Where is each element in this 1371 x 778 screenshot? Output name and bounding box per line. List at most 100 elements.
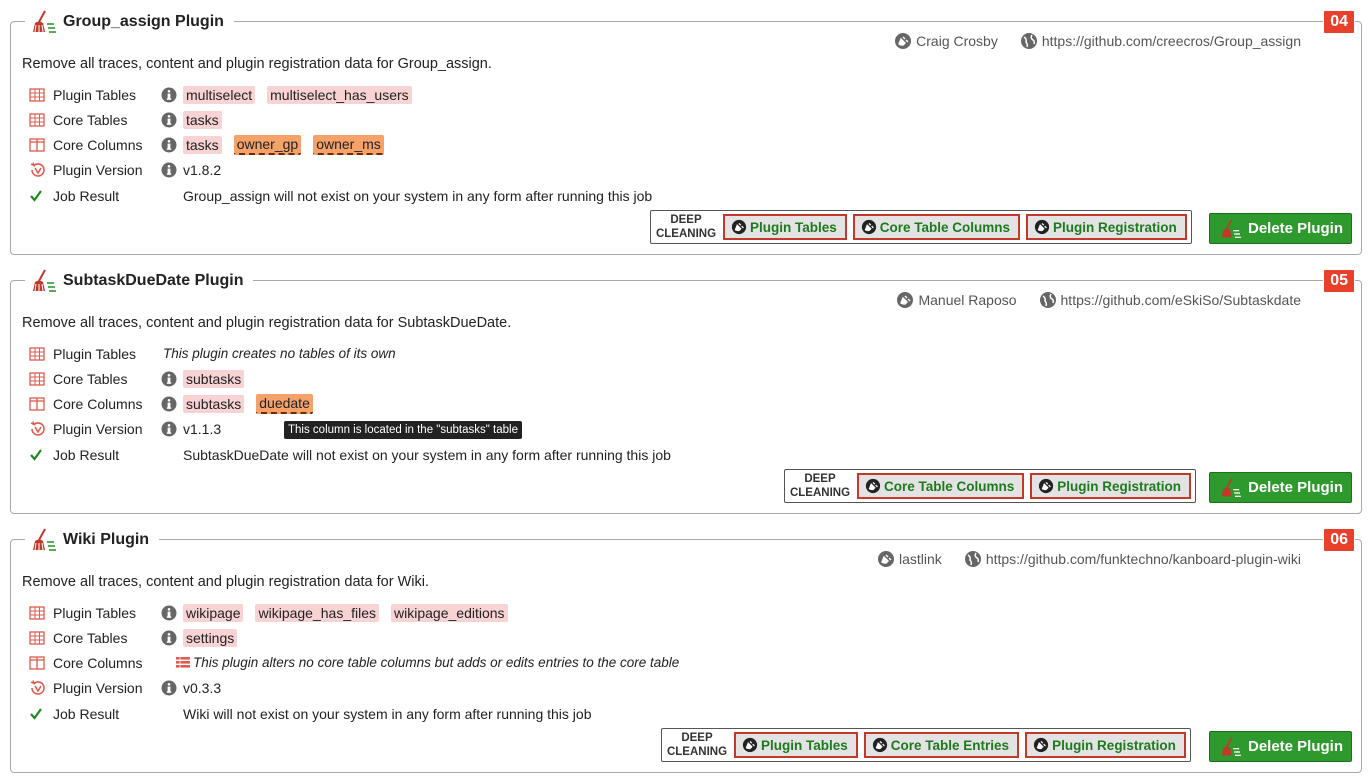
info-icon[interactable] (161, 605, 177, 621)
deep-clean-registration-button[interactable]: Plugin Registration (1030, 473, 1192, 499)
plug-icon (865, 478, 881, 494)
row-label: Core Tables (53, 111, 128, 128)
plugin-card-wiki: Wiki Plugin 06 lastlink https://github.c… (10, 528, 1362, 773)
history-icon (29, 161, 47, 179)
columns-icon (29, 138, 45, 152)
plugin-url[interactable]: https://github.com/creecros/Group_assign (1020, 32, 1301, 50)
globe-icon (964, 550, 982, 568)
url-link[interactable]: https://github.com/creecros/Group_assign (1042, 33, 1301, 49)
plug-icon (742, 737, 758, 753)
table-icon (29, 372, 45, 386)
row-label: Job Result (53, 705, 120, 722)
url-link[interactable]: https://github.com/eSkiSo/Subtaskdate (1061, 292, 1301, 308)
deep-clean-core-entries-button[interactable]: Core Table Entries (863, 732, 1020, 758)
row-plugin-version: Plugin Version v1.8.2 (29, 157, 652, 182)
table-icon (29, 347, 45, 361)
plugin-details: Plugin Tables multiselect multiselect_ha… (29, 82, 652, 209)
plugin-version: v1.1.3 (183, 420, 222, 437)
broom-icon (1218, 478, 1242, 498)
deep-clean-plugin-tables-button[interactable]: Plugin Tables (734, 732, 858, 758)
card-number-badge: 04 (1323, 10, 1355, 34)
delete-plugin-button[interactable]: Delete Plugin (1209, 731, 1352, 762)
deep-cleaning-group: DEEP CLEANING Plugin Tables Core Table En… (661, 728, 1191, 762)
plugin-table-tag: multiselect_has_users (267, 85, 412, 104)
core-column-tag[interactable]: duedate (256, 393, 313, 414)
plugin-meta: Craig Crosby https://github.com/creecros… (872, 32, 1301, 50)
info-icon[interactable] (161, 680, 177, 696)
check-icon (29, 189, 43, 203)
plugin-table-tag: wikipage (183, 603, 244, 622)
plug-icon (1033, 737, 1049, 753)
row-label: Core Columns (53, 395, 143, 412)
table-icon (29, 606, 45, 620)
broom-icon (29, 528, 57, 552)
info-icon[interactable] (161, 162, 177, 178)
row-core-columns: Core Columns subtasks duedate (29, 391, 671, 416)
core-column-tag[interactable]: owner_gp (233, 134, 302, 155)
plug-icon (731, 219, 747, 235)
columns-icon (29, 656, 45, 670)
info-icon[interactable] (161, 371, 177, 387)
globe-icon (1020, 32, 1038, 50)
card-number-badge: 05 (1323, 269, 1355, 293)
plugin-url[interactable]: https://github.com/eSkiSo/Subtaskdate (1039, 291, 1301, 309)
plugin-version: v0.3.3 (183, 679, 222, 696)
columns-icon (29, 397, 45, 411)
row-label: Core Tables (53, 370, 128, 387)
delete-plugin-button[interactable]: Delete Plugin (1209, 213, 1352, 244)
plugin-card-subtaskduedate: SubtaskDueDate Plugin 05 Manuel Raposo h… (10, 269, 1362, 514)
info-icon[interactable] (161, 396, 177, 412)
row-label: Job Result (53, 446, 120, 463)
deep-clean-registration-button[interactable]: Plugin Registration (1026, 214, 1187, 240)
job-result-text: Group_assign will not exist on your syst… (183, 187, 653, 204)
deep-clean-core-columns-button[interactable]: Core Table Columns (857, 473, 1025, 499)
plugin-details: Plugin Tables wikipage wikipage_has_file… (29, 600, 679, 727)
core-columns-note: This plugin alters no core table columns… (193, 655, 680, 670)
row-job-result: Job Result Group_assign will not exist o… (29, 182, 652, 209)
broom-icon (1218, 219, 1242, 239)
plug-icon (894, 32, 912, 50)
column-tooltip: This column is located in the "subtasks"… (284, 421, 522, 439)
broom-icon (1218, 737, 1242, 757)
plugin-url[interactable]: https://github.com/funktechno/kanboard-p… (964, 550, 1301, 568)
deep-clean-core-columns-button[interactable]: Core Table Columns (852, 214, 1021, 240)
info-icon[interactable] (161, 87, 177, 103)
info-icon[interactable] (161, 112, 177, 128)
card-title: Group_assign Plugin (63, 13, 224, 30)
card-title: SubtaskDueDate Plugin (63, 272, 244, 289)
deep-clean-registration-button[interactable]: Plugin Registration (1025, 732, 1186, 758)
deep-clean-plugin-tables-button[interactable]: Plugin Tables (723, 214, 847, 240)
table-icon (29, 113, 45, 127)
deep-cleaning-label: DEEP CLEANING (789, 473, 851, 499)
row-plugin-tables: Plugin Tables This plugin creates no tab… (29, 341, 671, 366)
job-result-text: Wiki will not exist on your system in an… (183, 705, 592, 722)
list-icon (175, 656, 191, 670)
row-plugin-version: Plugin Version v0.3.3 (29, 675, 679, 700)
row-core-tables: Core Tables settings (29, 625, 679, 650)
plugin-tables-note: This plugin creates no tables of its own (163, 346, 396, 361)
info-icon[interactable] (161, 630, 177, 646)
card-header: Wiki Plugin (25, 528, 160, 552)
row-job-result: Job Result Wiki will not exist on your s… (29, 700, 679, 727)
card-description: Remove all traces, content and plugin re… (22, 56, 492, 72)
plugin-author: lastlink (877, 550, 942, 568)
globe-icon (1039, 291, 1057, 309)
delete-plugin-button[interactable]: Delete Plugin (1209, 472, 1352, 503)
info-icon[interactable] (161, 421, 177, 437)
deep-cleaning-label: DEEP CLEANING (655, 214, 717, 240)
row-label: Job Result (53, 187, 120, 204)
deep-cleaning-label: DEEP CLEANING (666, 732, 728, 758)
check-icon (29, 448, 43, 462)
core-column-tag[interactable]: owner_ms (313, 134, 384, 155)
row-core-tables: Core Tables tasks (29, 107, 652, 132)
row-label: Plugin Version (53, 161, 143, 178)
row-label: Plugin Tables (53, 604, 137, 621)
info-icon[interactable] (161, 137, 177, 153)
url-link[interactable]: https://github.com/funktechno/kanboard-p… (986, 551, 1301, 567)
plugin-author: Manuel Raposo (896, 291, 1017, 309)
row-job-result: Job Result SubtaskDueDate will not exist… (29, 441, 671, 468)
plugin-version: v1.8.2 (183, 161, 222, 178)
row-label: Plugin Tables (53, 86, 137, 103)
row-label: Core Columns (53, 136, 143, 153)
plugin-meta: Manuel Raposo https://github.com/eSkiSo/… (874, 291, 1301, 309)
